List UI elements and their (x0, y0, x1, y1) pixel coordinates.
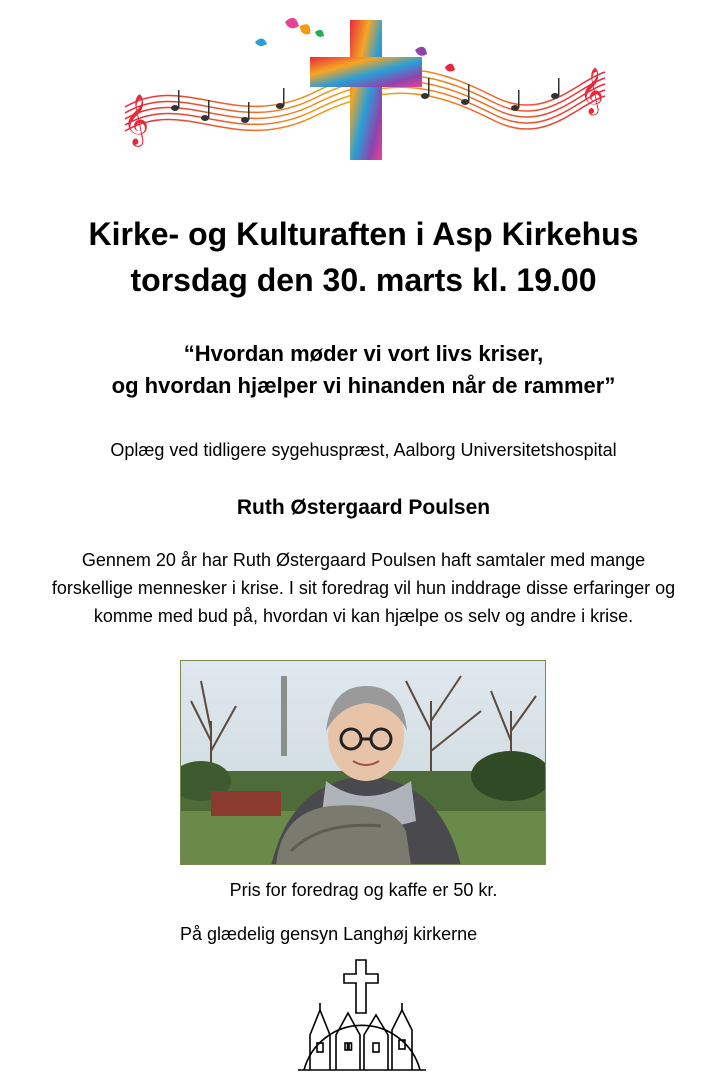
speaker-portrait-photo (180, 660, 546, 865)
closing-greeting: På glædelig gensyn Langhøj kirkerne (180, 924, 478, 944)
event-date: torsdag den 30. marts kl. 19.00 (130, 262, 597, 298)
musical-cross-banner: 𝄞 𝄞 (123, 17, 606, 160)
talk-title-line1: “Hvordan møder vi vort livs kriser, (183, 341, 544, 366)
svg-text:𝄞: 𝄞 (580, 68, 604, 116)
price-info: Pris for foredrag og kaffe er 50 kr. (229, 880, 498, 900)
event-title: Kirke- og Kulturaften i Asp Kirkehus (88, 216, 639, 252)
description-line3: komme med bud på, hvordan vi kan hjælpe … (93, 606, 634, 626)
speaker-name: Ruth Østergaard Poulsen (236, 496, 491, 519)
talk-title-line2: og hvordan hjælper vi hinanden når de ra… (111, 373, 616, 398)
description: Gennem 20 år har Ruth Østergaard Poulsen… (20, 546, 707, 630)
speaker-intro: Oplæg ved tidligere sygehuspræst, Aalbor… (110, 440, 617, 460)
description-line1: Gennem 20 år har Ruth Østergaard Poulsen… (81, 550, 646, 570)
description-line2: forskellige mennesker i krise. I sit for… (51, 578, 676, 598)
svg-text:𝄞: 𝄞 (123, 94, 149, 147)
portrait-illustration (181, 661, 545, 864)
churches-logo-icon (298, 959, 426, 1071)
talk-title: “Hvordan møder vi vort livs kriser, og h… (0, 338, 727, 402)
